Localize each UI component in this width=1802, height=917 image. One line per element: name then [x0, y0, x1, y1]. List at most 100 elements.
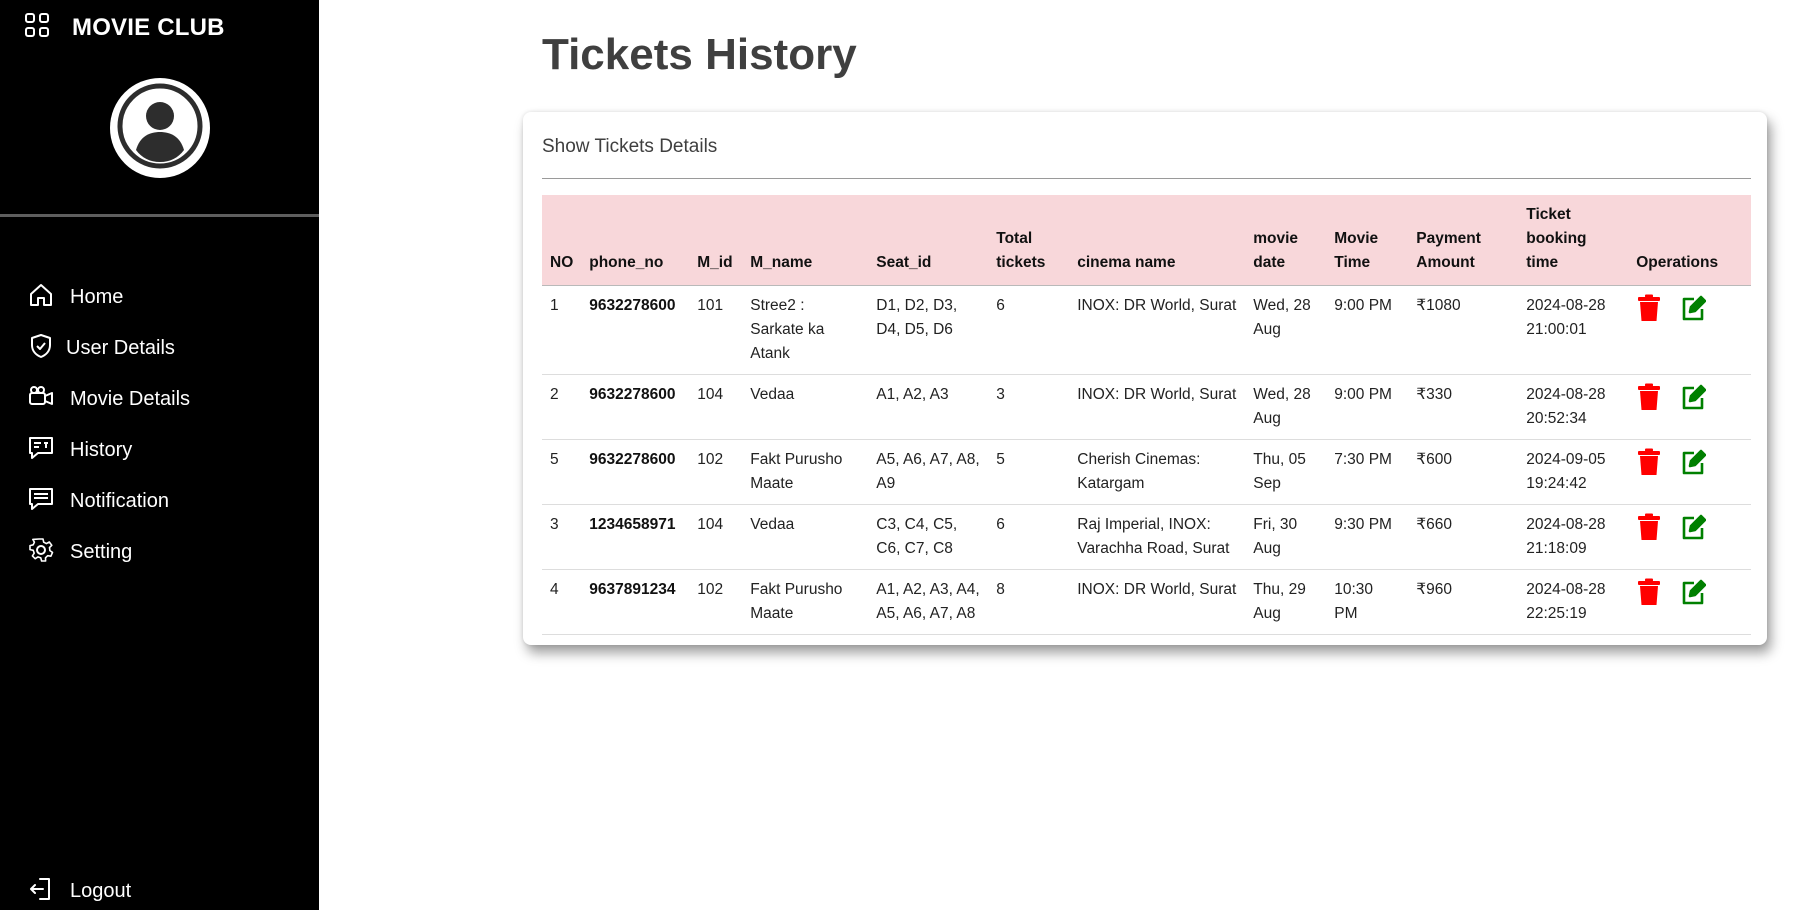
cell-time: 7:30 PM	[1326, 439, 1409, 505]
sidebar-item-setting[interactable]: Setting	[0, 527, 319, 578]
shield-check-icon	[28, 333, 54, 364]
col-amount: Payment Amount	[1408, 195, 1519, 286]
cell-seat: A1, A2, A3, A4, A5, A6, A7, A8	[868, 569, 989, 635]
cell-mid: 102	[689, 569, 743, 635]
edit-button[interactable]	[1680, 578, 1707, 606]
grid-icon	[24, 12, 50, 43]
logout-button[interactable]: Logout	[0, 866, 347, 917]
brand-title: MOVIE CLUB	[72, 13, 225, 41]
cell-amount: ₹960	[1408, 569, 1519, 635]
sidebar-item-label: Movie Details	[70, 388, 191, 410]
cell-phone: 9632278600	[581, 374, 690, 440]
edit-button[interactable]	[1680, 294, 1707, 322]
cell-amount: ₹1080	[1408, 285, 1519, 375]
edit-button[interactable]	[1680, 383, 1707, 411]
col-cinema: cinema name	[1069, 195, 1246, 286]
user-avatar-icon	[116, 82, 204, 175]
trash-icon	[1638, 294, 1661, 321]
tickets-table: NO phone_no M_id M_name Seat_id Total ti…	[542, 195, 1751, 635]
cell-date: Wed, 28 Aug	[1245, 285, 1327, 375]
table-row: 5 9632278600 102 Fakt Purusho Maate A5, …	[542, 439, 1751, 505]
sidebar-item-history[interactable]: History	[0, 425, 319, 476]
sidebar-item-label: History	[70, 439, 133, 461]
delete-button[interactable]	[1636, 383, 1662, 411]
col-seat: Seat_id	[868, 195, 989, 286]
cell-phone: 9632278600	[581, 439, 690, 505]
cell-phone: 1234658971	[581, 504, 690, 570]
cell-no: 1	[542, 285, 582, 375]
delete-button[interactable]	[1636, 513, 1662, 541]
sidebar-nav: Home User Details Movie Details History …	[0, 272, 319, 578]
cell-cinema: Cherish Cinemas: Katargam	[1069, 439, 1246, 505]
cell-amount: ₹600	[1408, 439, 1519, 505]
edit-icon	[1682, 449, 1707, 475]
cell-no: 2	[542, 374, 582, 440]
cell-time: 9:00 PM	[1326, 285, 1409, 375]
table-row: 2 9632278600 104 Vedaa A1, A2, A3 3 INOX…	[542, 374, 1751, 440]
cell-mname: Vedaa	[742, 374, 869, 440]
cell-total: 6	[988, 504, 1070, 570]
delete-button[interactable]	[1636, 578, 1662, 606]
edit-button[interactable]	[1680, 513, 1707, 541]
delete-button[interactable]	[1636, 294, 1662, 322]
sidebar-divider	[0, 214, 319, 217]
logout-icon	[28, 876, 54, 907]
page-title: Tickets History	[542, 30, 857, 79]
cell-no: 4	[542, 569, 582, 635]
cell-booking: 2024-08-28 21:18:09	[1518, 504, 1629, 570]
table-row: 1 9632278600 101 Stree2 : Sarkate ka Ata…	[542, 285, 1751, 375]
trash-icon	[1638, 383, 1661, 410]
chat-square-icon	[28, 435, 54, 466]
sidebar-item-user-details[interactable]: User Details	[0, 323, 319, 374]
col-no: NO	[542, 195, 582, 286]
sidebar-item-label: Notification	[70, 490, 169, 512]
trash-icon	[1638, 448, 1661, 475]
sidebar-item-label: Setting	[70, 541, 133, 563]
edit-icon	[1682, 579, 1707, 605]
cell-time: 9:30 PM	[1326, 504, 1409, 570]
cell-mid: 101	[689, 285, 743, 375]
sidebar-item-movie-details[interactable]: Movie Details	[0, 374, 319, 425]
col-booking: Ticket booking time	[1518, 195, 1629, 286]
cell-time: 9:00 PM	[1326, 374, 1409, 440]
table-header-row: NO phone_no M_id M_name Seat_id Total ti…	[542, 195, 1751, 286]
col-mname: M_name	[742, 195, 869, 286]
cell-total: 8	[988, 569, 1070, 635]
col-time: Movie Time	[1326, 195, 1409, 286]
cell-seat: C3, C4, C5, C6, C7, C8	[868, 504, 989, 570]
cell-mname: Vedaa	[742, 504, 869, 570]
cell-amount: ₹660	[1408, 504, 1519, 570]
cell-mname: Fakt Purusho Maate	[742, 569, 869, 635]
cell-total: 5	[988, 439, 1070, 505]
cell-booking: 2024-08-28 20:52:34	[1518, 374, 1629, 440]
card-divider	[542, 178, 1751, 179]
cell-mid: 104	[689, 374, 743, 440]
cell-total: 3	[988, 374, 1070, 440]
edit-icon	[1682, 295, 1707, 321]
sidebar: MOVIE CLUB Home User Details Movie Detai…	[0, 0, 319, 910]
sidebar-item-notification[interactable]: Notification	[0, 476, 319, 527]
table-row: 4 9637891234 102 Fakt Purusho Maate A1, …	[542, 569, 1751, 635]
edit-icon	[1682, 384, 1707, 410]
col-operations: Operations	[1628, 195, 1751, 286]
col-date: movie date	[1245, 195, 1327, 286]
cell-mname: Stree2 : Sarkate ka Atank	[742, 285, 869, 375]
cell-no: 3	[542, 504, 582, 570]
cell-phone: 9632278600	[581, 285, 690, 375]
cell-total: 6	[988, 285, 1070, 375]
cell-operations	[1628, 504, 1751, 570]
cell-date: Thu, 05 Sep	[1245, 439, 1327, 505]
cell-time: 10:30 PM	[1326, 569, 1409, 635]
message-icon	[28, 486, 54, 517]
col-phone: phone_no	[581, 195, 690, 286]
avatar[interactable]	[110, 78, 210, 178]
delete-button[interactable]	[1636, 448, 1662, 476]
cell-booking: 2024-08-28 21:00:01	[1518, 285, 1629, 375]
brand[interactable]: MOVIE CLUB	[24, 12, 225, 43]
gear-icon	[28, 537, 54, 568]
cell-seat: A5, A6, A7, A8, A9	[868, 439, 989, 505]
sidebar-item-home[interactable]: Home	[0, 272, 319, 323]
cell-mid: 104	[689, 504, 743, 570]
logout-label: Logout	[70, 880, 132, 902]
edit-button[interactable]	[1680, 448, 1707, 476]
